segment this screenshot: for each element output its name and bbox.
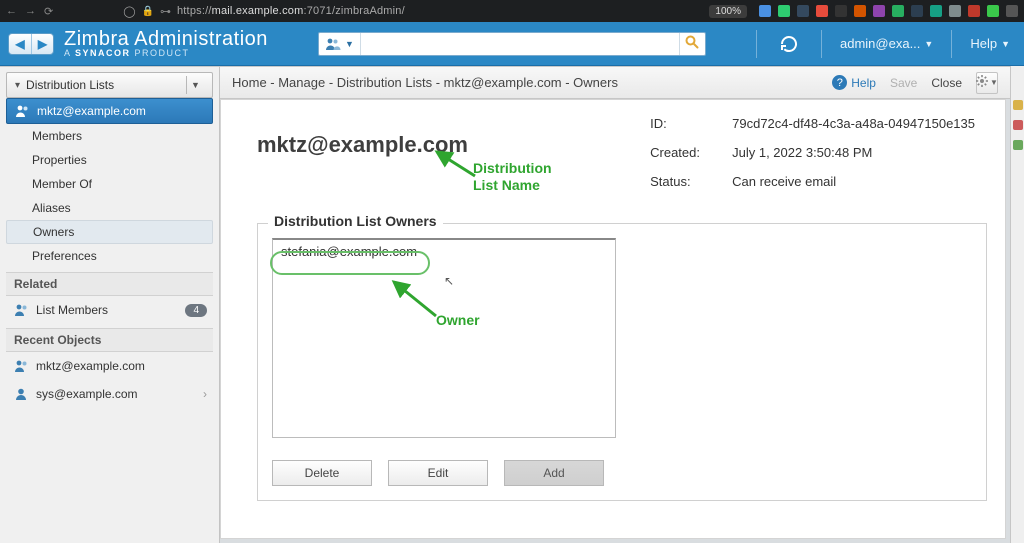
permissions-icon: ⊶ [160,5,171,18]
recent-section-header: Recent Objects [6,328,213,352]
zoom-badge[interactable]: 100% [709,5,747,18]
sidebar-item-preferences[interactable]: Preferences [6,244,213,268]
owners-button-row: Delete Edit Add [258,452,986,500]
rail-icon[interactable] [1013,100,1023,110]
search-icon [685,35,699,52]
gear-menu-button[interactable]: ▼ [976,72,998,94]
chevron-down-icon: ▼ [924,39,933,49]
chevron-down-icon: ▼ [345,39,354,49]
info-id-key: ID: [650,110,730,137]
lock-icon: 🔒 [142,6,154,17]
cursor-icon: ↖ [444,274,454,288]
user-menu[interactable]: admin@exa... ▼ [840,36,933,51]
gear-icon [976,75,988,90]
people-icon [325,37,341,51]
refresh-button[interactable] [775,30,803,58]
account-icon [14,386,30,402]
owner-email: stefania@example.com [281,244,417,259]
owners-listbox[interactable]: stefania@example.com [272,238,616,438]
panel-dropdown-button[interactable]: ▼ [186,76,204,94]
info-table: ID: 79cd72c4-df48-4c3a-a48a-04947150e135… [648,108,991,197]
help-icon: ? [832,75,847,90]
brand: Zimbra Administration A SYNACOR PRODUCT [64,29,268,58]
left-panel: ▾ Distribution Lists ▼ mktz@example.com … [0,66,220,543]
fieldset-legend: Distribution List Owners [268,213,443,229]
info-created-key: Created: [650,139,730,166]
rail-icon[interactable] [1013,120,1023,130]
add-button[interactable]: Add [504,460,604,486]
history-nav: ◀ ▶ [8,33,54,55]
close-button[interactable]: Close [931,76,962,90]
distribution-list-icon [15,103,31,119]
app-header: ◀ ▶ Zimbra Administration A SYNACOR PROD… [0,22,1024,66]
url-bar[interactable]: ◯ 🔒 ⊶ https://mail.example.com:7071/zimb… [123,5,405,18]
nav-dl-item-label: mktz@example.com [37,104,146,118]
forward-icon: → [25,5,36,18]
related-section-header: Related [6,272,213,296]
user-label: admin@exa... [840,36,920,51]
rail-icon[interactable] [1013,140,1023,150]
info-created-val: July 1, 2022 3:50:48 PM [732,139,989,166]
info-status-val: Can receive email [732,168,989,195]
shield-icon: ◯ [123,5,135,18]
member-count-badge: 4 [185,304,207,317]
back-icon[interactable]: ← [6,5,17,18]
members-icon [14,302,30,318]
recent-item[interactable]: sys@example.com › [6,380,213,408]
url-text: https://mail.example.com:7071/zimbraAdmi… [177,5,405,17]
help-menu[interactable]: Help ▼ [970,36,1010,51]
browser-chrome-bar: ← → ⟳ ◯ 🔒 ⊶ https://mail.example.com:707… [0,0,1024,22]
sidebar-item-owners[interactable]: Owners [6,220,213,244]
breadcrumb: Home - Manage - Distribution Lists - mkt… [232,75,832,90]
history-back-button[interactable]: ◀ [9,34,31,54]
global-search: ▼ [318,32,706,56]
brand-subtitle: A SYNACOR PRODUCT [64,49,268,58]
owners-fieldset: Distribution List Owners stefania@exampl… [257,223,987,501]
help-label: Help [970,36,997,51]
recent-item-label: mktz@example.com [36,359,145,373]
delete-button[interactable]: Delete [272,460,372,486]
info-status-key: Status: [650,168,730,195]
sidebar-item-memberof[interactable]: Member Of [6,172,213,196]
main-column: Home - Manage - Distribution Lists - mkt… [220,66,1010,543]
edit-button[interactable]: Edit [388,460,488,486]
brand-title: Zimbra Administration [64,29,268,49]
extension-icons [759,5,1018,17]
toolbar-help-link[interactable]: ? Help [832,75,876,90]
chevron-down-icon: ▼ [1001,39,1010,49]
history-fwd-button[interactable]: ▶ [31,34,53,54]
toolbar: Home - Manage - Distribution Lists - mkt… [220,67,1010,99]
info-id-val: 79cd72c4-df48-4c3a-a48a-04947150e135 [732,110,989,137]
chevron-right-icon: › [203,387,207,401]
left-panel-title: Distribution Lists [26,78,186,92]
search-button[interactable] [679,33,705,55]
collapse-icon: ▾ [15,80,20,91]
owner-row[interactable]: stefania@example.com [273,240,615,264]
sidebar-item-members[interactable]: Members [6,124,213,148]
nav-dl-item[interactable]: mktz@example.com [6,98,213,124]
left-panel-header[interactable]: ▾ Distribution Lists ▼ [6,72,213,98]
save-button: Save [890,76,917,90]
reload-icon[interactable]: ⟳ [44,5,53,18]
chevron-down-icon: ▼ [990,78,998,87]
page-title: mktz@example.com [257,108,468,158]
sidebar-item-aliases[interactable]: Aliases [6,196,213,220]
sidebar-item-properties[interactable]: Properties [6,148,213,172]
search-type-picker[interactable]: ▼ [319,33,361,55]
recent-item[interactable]: mktz@example.com [6,352,213,380]
related-list-members[interactable]: List Members 4 [6,296,213,324]
recent-item-label: sys@example.com [36,387,138,401]
side-rail [1010,66,1024,543]
content-area: mktz@example.com ID: 79cd72c4-df48-4c3a-… [220,99,1006,539]
distribution-list-icon [14,358,30,374]
search-input[interactable] [361,33,679,55]
related-item-label: List Members [36,303,108,317]
